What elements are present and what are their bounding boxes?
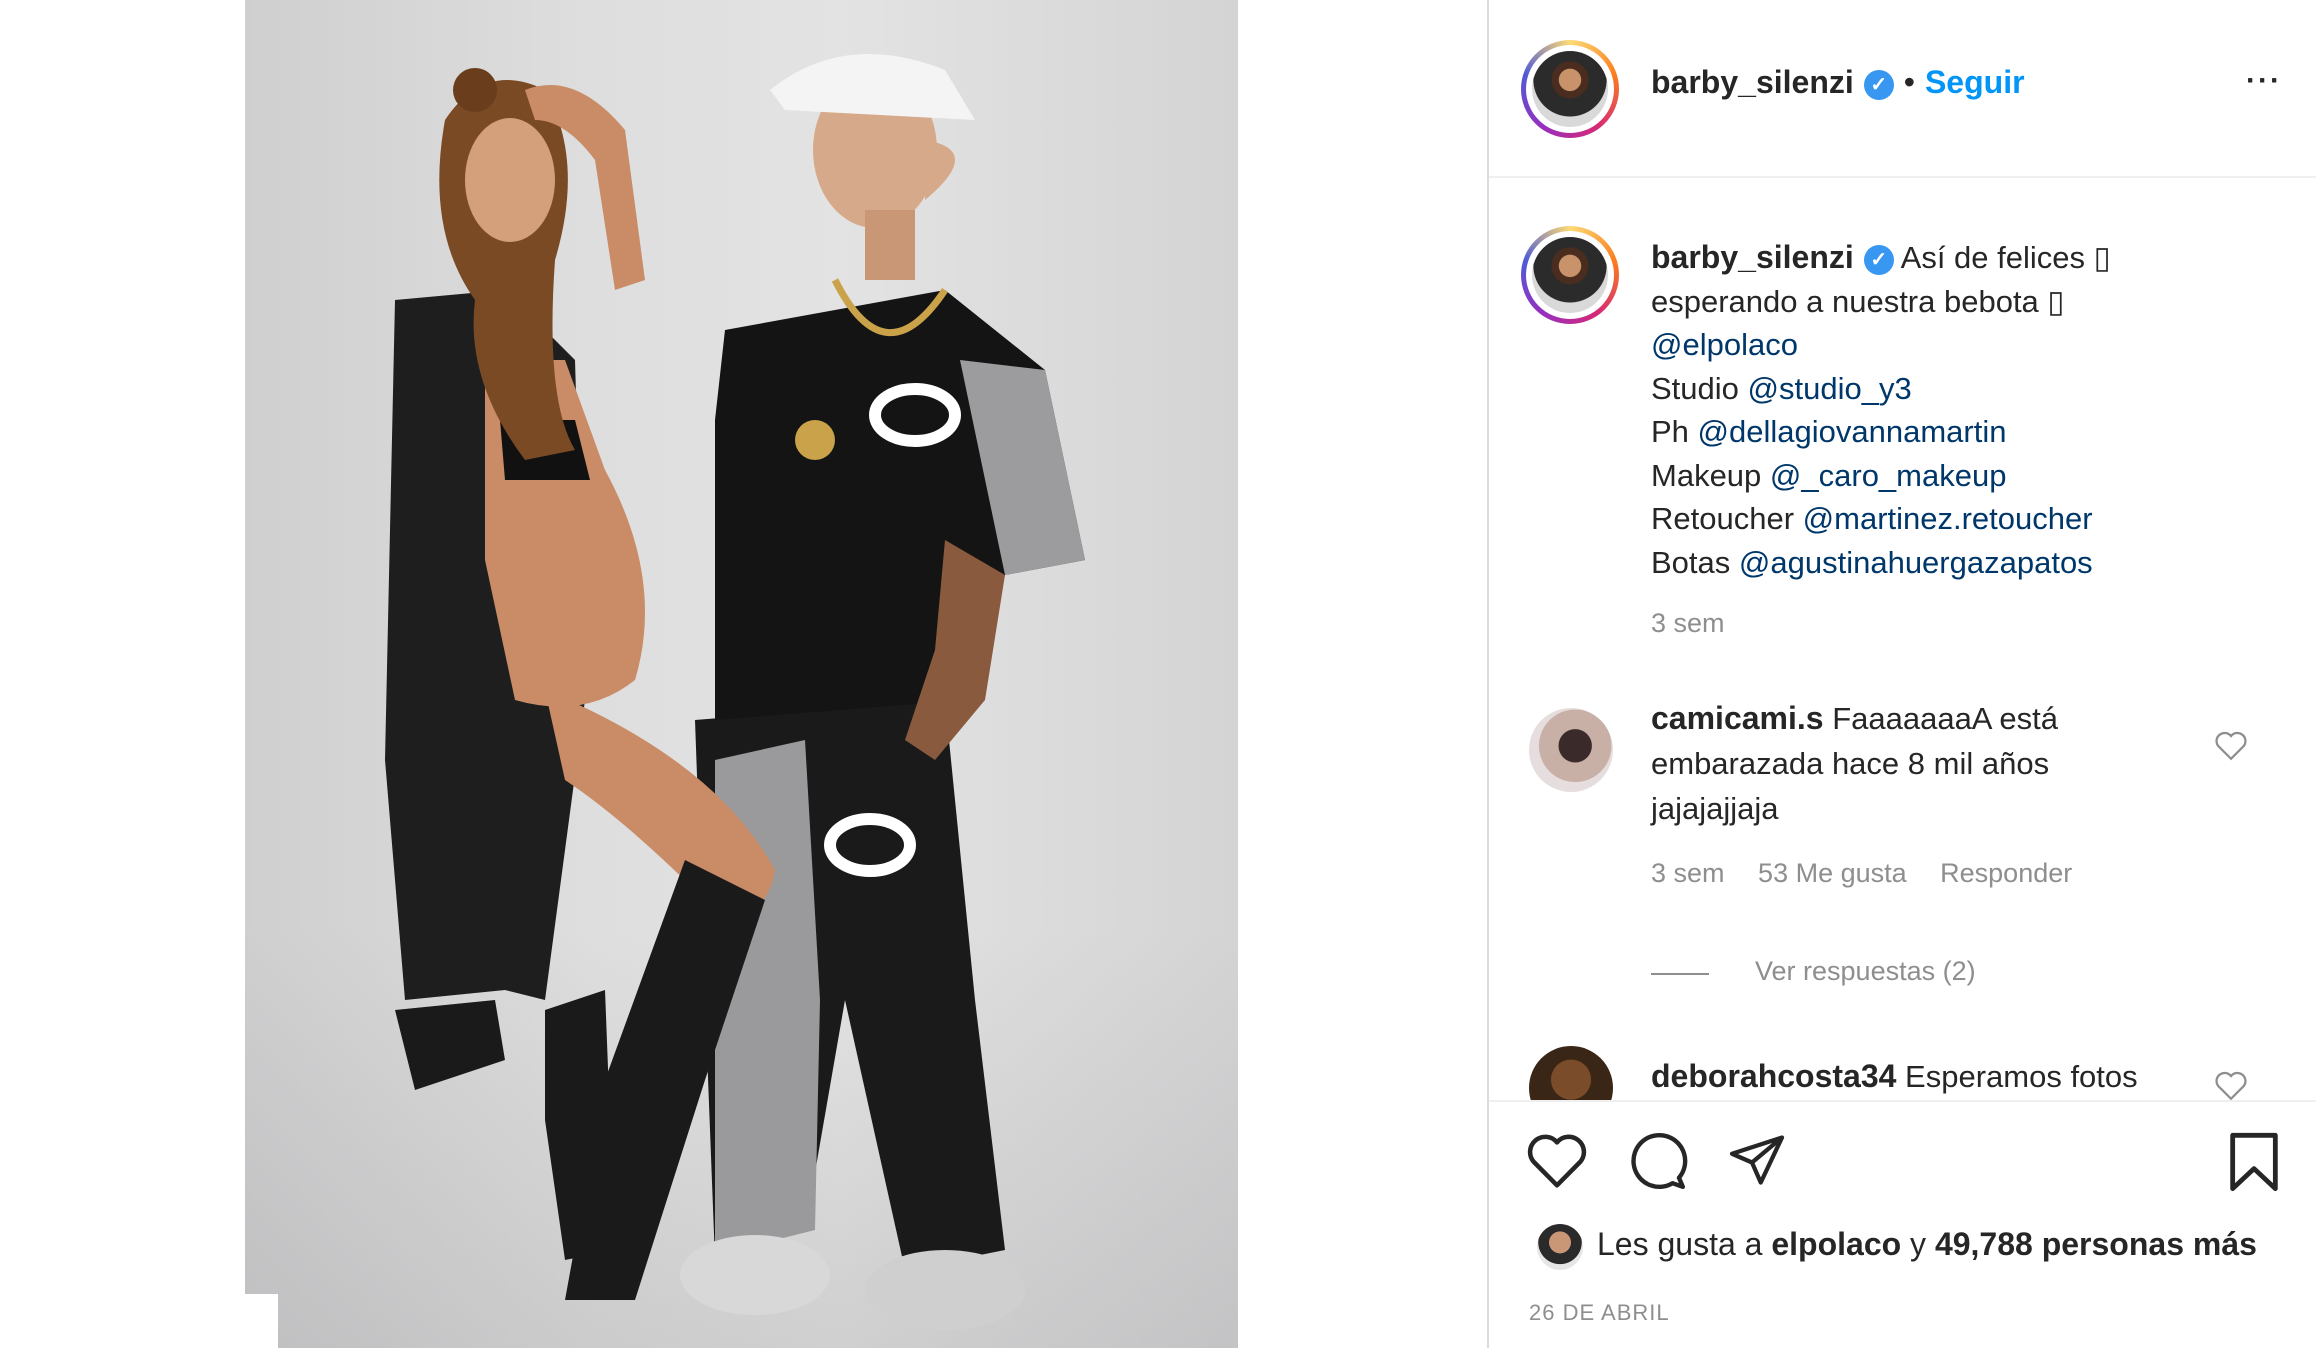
likes-count[interactable]: 49,788 personas más — [1935, 1226, 2257, 1262]
post-header: barby_silenzi ✓ • Seguir ··· — [1489, 0, 2316, 178]
post-caption: barby_silenzi ✓ Así de felices ▯ esperand… — [1651, 236, 2291, 646]
like-heart-icon[interactable] — [1525, 1130, 1589, 1190]
liker-avatar[interactable] — [1537, 1224, 1583, 1270]
author-avatar[interactable] — [1521, 40, 1619, 138]
verified-badge-icon: ✓ — [1863, 69, 1894, 100]
comment-likes[interactable]: 53 Me gusta — [1758, 858, 1907, 888]
verified-badge-icon: ✓ — [1863, 244, 1894, 275]
comment-item: deborahcosta34 Esperamos fotos — [1651, 1054, 2251, 1099]
comment-meta: 3 sem 53 Me gusta Responder — [1651, 851, 2211, 896]
mention-elpolaco[interactable]: @elpolaco — [1651, 323, 2291, 367]
caption-time: 3 sem — [1651, 608, 1725, 638]
more-options-icon[interactable]: ··· — [2246, 66, 2282, 96]
comment-username[interactable]: camicami.s — [1651, 700, 1824, 736]
likes-summary: Les gusta a elpolaco y 49,788 personas m… — [1597, 1226, 2257, 1263]
couple-illustration — [385, 54, 1085, 1330]
avatar-inner — [1526, 231, 1614, 319]
commenter-avatar[interactable] — [1529, 708, 1613, 792]
avatar-inner — [1526, 45, 1614, 133]
caption-ph-line: Ph @dellagiovannamartin — [1651, 410, 2291, 454]
comment-item: camicami.s FaaaaaaaA está embarazada hac… — [1651, 696, 2211, 896]
mention-photographer[interactable]: @dellagiovannamartin — [1698, 414, 2007, 449]
caption-text-2: esperando a nuestra bebota ▯ — [1651, 283, 2065, 319]
likes-user[interactable]: elpolaco — [1771, 1226, 1901, 1262]
botas-label: Botas — [1651, 544, 1731, 580]
caption-username[interactable]: barby_silenzi — [1651, 239, 1854, 275]
comment-text-2: embarazada hace 8 mil años — [1651, 746, 2050, 781]
follow-button[interactable]: Seguir — [1925, 64, 2025, 100]
caption-studio-line: Studio @studio_y3 — [1651, 367, 2291, 411]
post-date[interactable]: 26 DE ABRIL — [1529, 1300, 1670, 1326]
mention-makeup[interactable]: @_caro_makeup — [1770, 458, 2007, 493]
comment-text-1: FaaaaaaaA está — [1832, 701, 2058, 736]
caption-makeup-line: Makeup @_caro_makeup — [1651, 454, 2291, 498]
avatar-image — [1532, 51, 1608, 127]
mention-retoucher[interactable]: @martinez.retoucher — [1803, 501, 2093, 536]
caption-retoucher-line: Retoucher @martinez.retoucher — [1651, 497, 2291, 541]
view-replies-button[interactable]: Ver respuestas (2) — [1755, 956, 1976, 987]
comments-list[interactable]: barby_silenzi ✓ Así de felices ▯ esperand… — [1489, 178, 2316, 1100]
comment-bubble-icon[interactable] — [1625, 1130, 1689, 1192]
retoucher-label: Retoucher — [1651, 501, 1795, 536]
caption-author-avatar[interactable] — [1521, 226, 1619, 324]
comment-time: 3 sem — [1651, 858, 1725, 888]
commenter-avatar[interactable] — [1529, 1046, 1613, 1100]
comment-text: Esperamos fotos — [1905, 1059, 2138, 1094]
photo-corner-notch — [245, 1294, 278, 1348]
avatar-image — [1532, 237, 1608, 313]
caption-line-1: barby_silenzi ✓ Así de felices ▯ — [1651, 236, 2291, 280]
mention-studio[interactable]: @studio_y3 — [1748, 371, 1912, 406]
header-username-line: barby_silenzi ✓ • Seguir — [1651, 64, 2025, 101]
makeup-label: Makeup — [1651, 457, 1762, 493]
post-actions: Les gusta a elpolaco y 49,788 personas m… — [1489, 1100, 2316, 1350]
studio-label: Studio — [1651, 370, 1739, 406]
likes-connector: y — [1910, 1226, 1927, 1262]
save-bookmark-icon[interactable] — [2227, 1130, 2281, 1194]
post-photo[interactable] — [245, 0, 1238, 1348]
share-send-icon[interactable] — [1725, 1130, 1789, 1190]
post-side-panel: barby_silenzi ✓ • Seguir ··· barby_silenzi ✓… — [1487, 0, 2316, 1348]
ph-label: Ph — [1651, 414, 1689, 449]
replies-divider — [1651, 973, 1709, 975]
comment-line-1: camicami.s FaaaaaaaA está — [1651, 696, 2211, 741]
reply-button[interactable]: Responder — [1940, 858, 2072, 888]
likes-prefix: Les gusta a — [1597, 1226, 1763, 1262]
comment-text-3: jajajajjaja — [1651, 791, 1779, 826]
caption-text-1: Así de felices ▯ — [1900, 240, 2111, 275]
author-username[interactable]: barby_silenzi — [1651, 64, 1854, 100]
comment-username[interactable]: deborahcosta34 — [1651, 1058, 1896, 1094]
header-separator: • — [1903, 64, 1915, 100]
mention-botas[interactable]: @agustinahuergazapatos — [1739, 545, 2093, 580]
caption-botas-line: Botas @agustinahuergazapatos — [1651, 541, 2291, 585]
comment-like-heart-icon[interactable] — [2214, 1070, 2248, 1100]
comment-like-heart-icon[interactable] — [2214, 730, 2248, 762]
